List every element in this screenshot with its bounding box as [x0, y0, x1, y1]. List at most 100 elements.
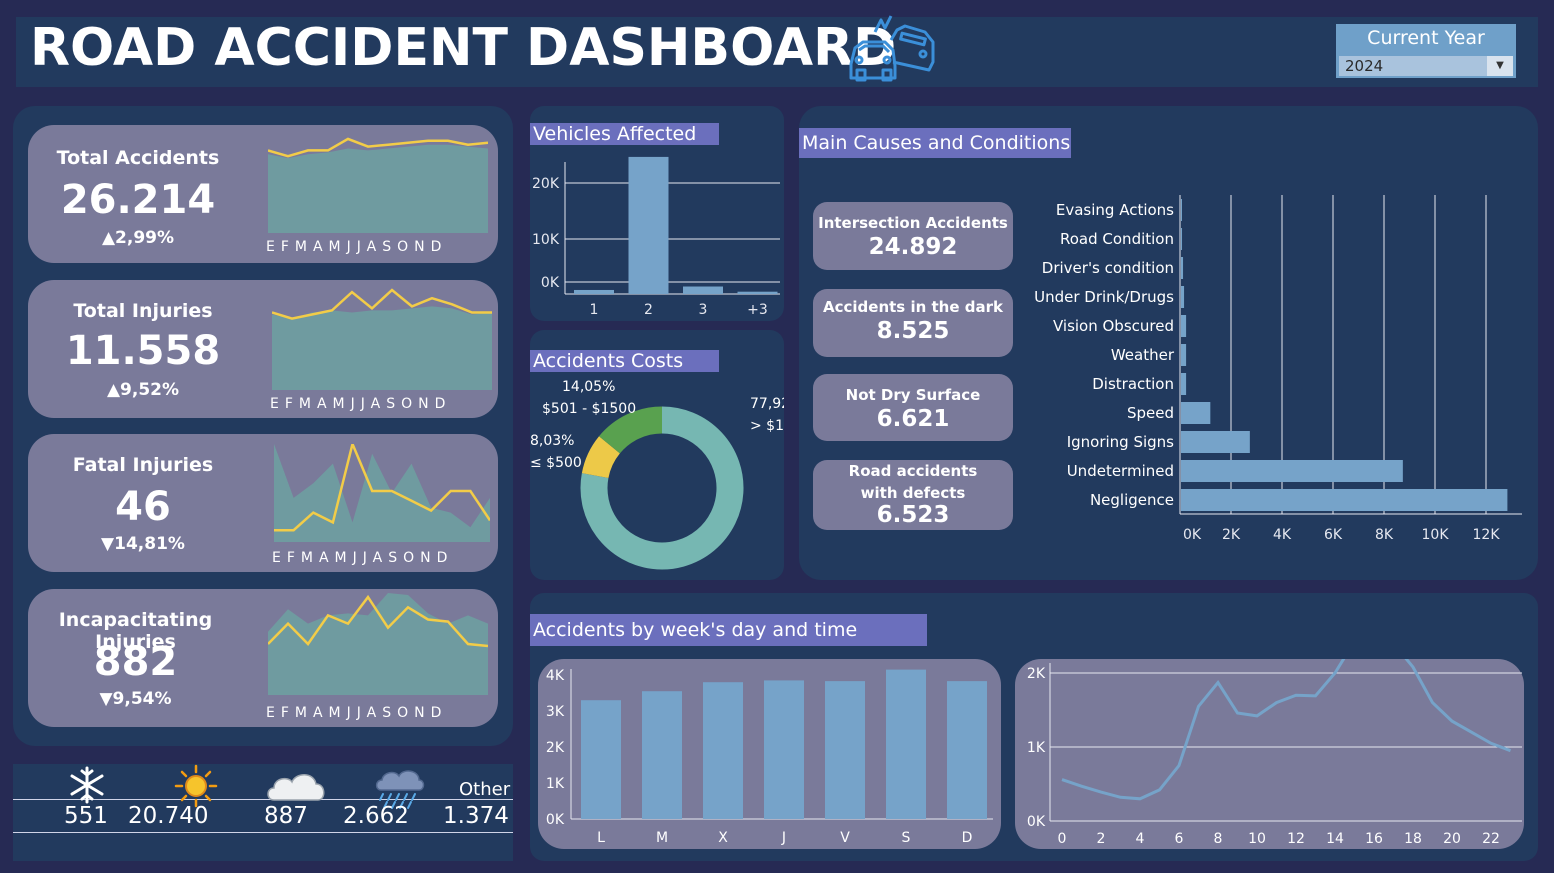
costs-title: Accidents Costs [530, 350, 719, 372]
cause-box-dark[interactable]: Accidents in the dark 8.525 [813, 289, 1013, 357]
vehicles-bar [737, 291, 778, 294]
cause-box-defects[interactable]: Road accidents with defects 6.523 [813, 460, 1013, 530]
divider [13, 832, 513, 833]
weekday-bar [581, 700, 621, 819]
kpi-value: 26.214 [60, 177, 216, 223]
year-filter: Current Year 2024 ▼ [1336, 24, 1516, 78]
kpi-delta: ▼14,81% [101, 534, 185, 554]
category-label: Undetermined [1067, 462, 1174, 480]
x-tick-label: 20 [1443, 831, 1461, 847]
kpi-sparkline [268, 593, 488, 695]
cause-bar [1181, 228, 1183, 250]
y-tick-label: 1K [1027, 740, 1046, 756]
causes-title: Main Causes and Conditions [799, 128, 1071, 158]
cause-bar [1181, 373, 1187, 395]
slice-pct-label: 77,92% [750, 396, 784, 412]
cause-box-not-dry[interactable]: Not Dry Surface 6.621 [813, 374, 1013, 441]
year-filter-value: 2024 [1345, 57, 1384, 75]
donut-slice [599, 406, 663, 454]
kpi-sparkline [272, 288, 492, 390]
category-label: Negligence [1090, 491, 1174, 509]
hourly-line [1061, 659, 1512, 801]
kpi-card-fatal-injuries[interactable]: Fatal Injuries 46 ▼14,81% EFMAMJJASOND [28, 434, 498, 572]
kpi-title: Fatal Injuries [72, 454, 214, 476]
year-filter-label: Current Year [1367, 27, 1485, 49]
donut-slice [581, 436, 621, 479]
kpi-card-total-accidents[interactable]: Total Accidents 26.214 ▲2,99% EFMAMJJASO… [28, 125, 498, 263]
weather-value-snow: 551 [64, 803, 108, 829]
month-axis: EFMAMJJASOND [266, 239, 448, 255]
kpi-value: 11.558 [65, 328, 221, 374]
cloud-icon [264, 768, 328, 808]
x-tick-label: 4K [1273, 527, 1292, 543]
kpi-title: Total Accidents [56, 147, 220, 169]
x-tick-label: 12 [1287, 831, 1305, 847]
x-tick-label: V [840, 830, 850, 846]
x-tick-label: 6K [1324, 527, 1343, 543]
category-label: Vision Obscured [1053, 317, 1174, 335]
y-tick-label: 0K [1027, 814, 1046, 830]
cause-box-intersection[interactable]: Intersection Accidents 24.892 [813, 202, 1013, 270]
x-tick-label: 10K [1422, 527, 1450, 543]
x-tick-label: 22 [1482, 831, 1500, 847]
x-tick-label: D [962, 830, 973, 846]
x-tick-label: J [781, 830, 786, 846]
slice-pct-label: 14,05% [562, 379, 615, 395]
weekday-bar [825, 681, 865, 819]
hourly-line-chart: 2K 1K 0K 0 2 4 6 8 10 12 14 16 18 20 22 [1027, 659, 1522, 847]
cause-box-value: 24.892 [868, 234, 958, 260]
cause-bar [1181, 460, 1403, 482]
vehicles-bar [683, 286, 723, 294]
cause-box-value: 6.621 [876, 406, 950, 432]
cause-box-title: Not Dry Surface [845, 386, 981, 404]
chevron-down-icon[interactable]: ▼ [1487, 56, 1513, 76]
weekday-bar [947, 681, 987, 819]
x-tick-label: L [597, 830, 605, 846]
x-tick-label: 0K [1183, 527, 1202, 543]
cause-box-value: 6.523 [876, 502, 950, 528]
y-tick-label: 3K [546, 704, 565, 720]
vehicles-bar [574, 289, 614, 294]
x-tick-label: 8K [1375, 527, 1394, 543]
category-label: Under Drink/Drugs [1034, 288, 1174, 306]
weekday-bar [642, 691, 682, 819]
snowflake-icon [68, 766, 106, 808]
weekday-bar [764, 680, 804, 819]
cause-bar [1181, 402, 1211, 424]
kpi-value: 46 [115, 484, 171, 530]
slice-label: $501 - $1500 [542, 401, 636, 417]
vehicles-title: Vehicles Affected [530, 123, 719, 145]
weekday-title: Accidents by week's day and time [530, 614, 927, 646]
sparkline-area [268, 144, 488, 233]
category-label: Driver's condition [1042, 259, 1174, 277]
cause-bar [1181, 431, 1250, 453]
y-tick-label: 2K [1027, 666, 1046, 682]
x-tick-label: +3 [747, 302, 768, 318]
cause-box-title: Road accidents with defects [848, 462, 978, 502]
y-tick-label: 4K [546, 668, 565, 684]
weather-other-label: Other [459, 779, 511, 800]
category-label: Evasing Actions [1056, 201, 1174, 219]
category-label: Speed [1127, 404, 1174, 422]
cause-box-title: Accidents in the dark [823, 298, 1003, 316]
weather-value-cloudy: 887 [264, 803, 308, 829]
x-tick-label: 16 [1365, 831, 1383, 847]
slice-label: ≤ $500 [530, 455, 582, 471]
year-filter-dropdown[interactable]: 2024 ▼ [1339, 56, 1513, 76]
cause-bar [1181, 315, 1187, 337]
category-label: Ignoring Signs [1067, 433, 1174, 451]
category-label: Road Condition [1060, 230, 1174, 248]
x-tick-label: 8 [1214, 831, 1223, 847]
cause-bar [1181, 257, 1184, 279]
sparkline-area [268, 593, 488, 695]
x-tick-label: 3 [699, 302, 708, 318]
kpi-card-total-injuries[interactable]: Total Injuries 11.558 ▲9,52% EFMAMJJASON… [28, 280, 498, 418]
month-axis: EFMAMJJASOND [266, 705, 448, 721]
cause-bar [1181, 344, 1187, 366]
x-tick-label: 2K [1222, 527, 1241, 543]
x-tick-label: S [902, 830, 911, 846]
costs-donut-chart: 77,92% > $1500 8,03% ≤ $500 14,05% $501 - $15… [530, 379, 784, 570]
kpi-card-incapacitating-injuries[interactable]: Incapacitating Injuries 882 ▼9,54% EFMAM… [28, 589, 498, 727]
category-label: Distraction [1092, 375, 1174, 393]
x-tick-label: 2 [1097, 831, 1106, 847]
